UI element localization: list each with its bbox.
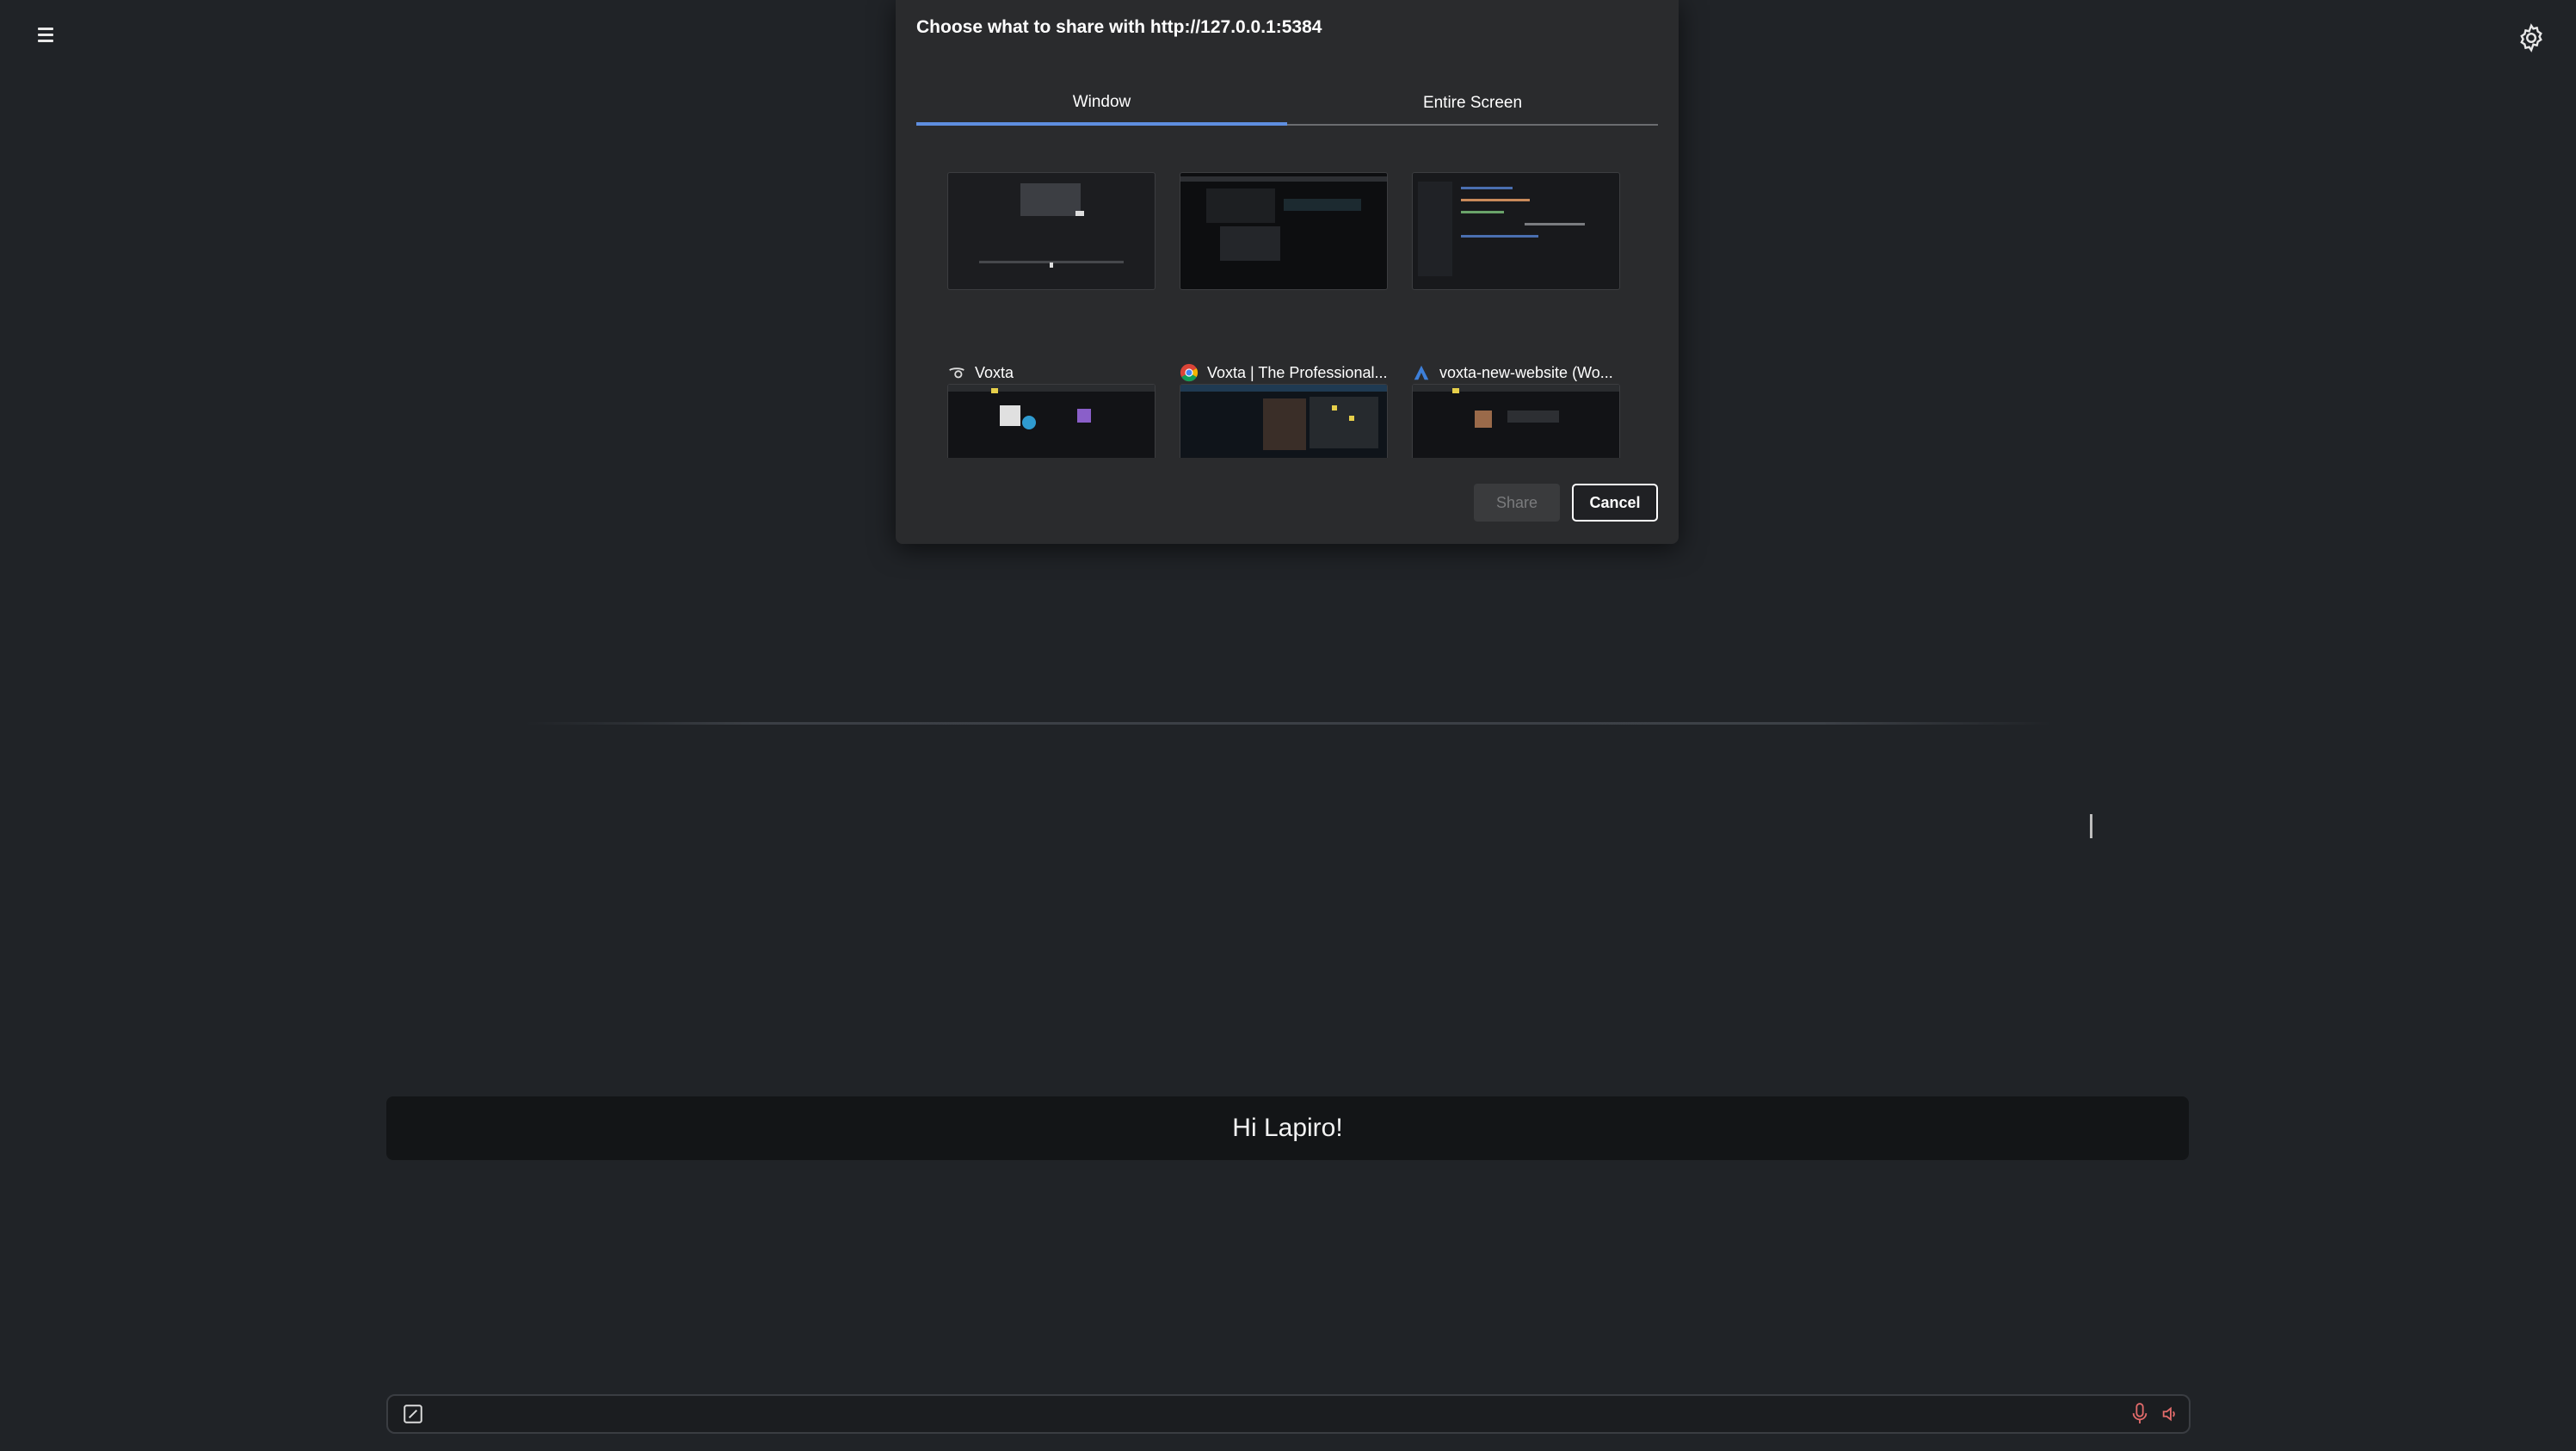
speaker-icon[interactable]: [2160, 1405, 2179, 1423]
scroll-up-arrow-icon[interactable]: ▲: [1657, 134, 1658, 143]
gear-icon[interactable]: [2516, 22, 2547, 53]
chrome-icon: [1180, 363, 1199, 382]
share-tabs: Window Entire Screen: [916, 83, 1658, 126]
window-card[interactable]: voxta-new-website (Wo...: [1412, 172, 1620, 381]
voxta-app-icon: [949, 367, 964, 379]
scroll-down-arrow-icon[interactable]: ⌄: [1657, 442, 1658, 454]
hamburger-menu-icon[interactable]: [33, 24, 59, 50]
window-thumbnail: [1412, 384, 1620, 458]
cancel-button[interactable]: Cancel: [1572, 484, 1658, 522]
microphone-icon[interactable]: [2130, 1401, 2149, 1427]
dialog-title: Choose what to share with http://127.0.0…: [916, 17, 1322, 37]
greeting-message: Hi Lapiro!: [386, 1096, 2189, 1160]
window-label-row: Voxta | The Professional...: [1180, 361, 1403, 384]
content-divider: [525, 722, 2052, 725]
tab-entire-screen[interactable]: Entire Screen: [1287, 83, 1658, 126]
tab-window[interactable]: Window: [916, 83, 1287, 126]
window-thumbnail: [947, 172, 1156, 290]
window-label-row: Voxta: [947, 361, 1171, 384]
window-label: Voxta | The Professional...: [1207, 363, 1388, 381]
share-button[interactable]: Share: [1474, 484, 1560, 522]
window-label: voxta-new-website (Wo...: [1439, 363, 1613, 381]
text-cursor: [2090, 814, 2092, 838]
window-card[interactable]: Voxta: [947, 172, 1156, 381]
window-card[interactable]: [1180, 384, 1388, 458]
window-label: Voxta: [975, 363, 1014, 381]
app-root: Hi Lapiro! Choose what to share with htt…: [0, 0, 2576, 1451]
share-picker-dialog: Choose what to share with http://127.0.0…: [896, 0, 1679, 544]
scrollbar[interactable]: ▲ ⌄: [1657, 134, 1658, 458]
window-card[interactable]: [947, 384, 1156, 458]
window-card[interactable]: [1412, 384, 1620, 458]
edit-icon[interactable]: [402, 1403, 424, 1425]
webstorm-icon: [1414, 365, 1429, 380]
chat-input-bar[interactable]: [386, 1394, 2191, 1434]
window-thumbnail: [1180, 172, 1388, 290]
window-thumbnail: [1412, 172, 1620, 290]
window-card[interactable]: Voxta | The Professional...: [1180, 172, 1388, 382]
window-thumbnail: [947, 384, 1156, 458]
window-label-row: voxta-new-website (Wo...: [1412, 361, 1636, 384]
window-grid: Voxta Voxta | The Professional... voxta-…: [916, 131, 1658, 458]
chat-input[interactable]: [440, 1399, 2078, 1429]
window-thumbnail: [1180, 384, 1388, 458]
